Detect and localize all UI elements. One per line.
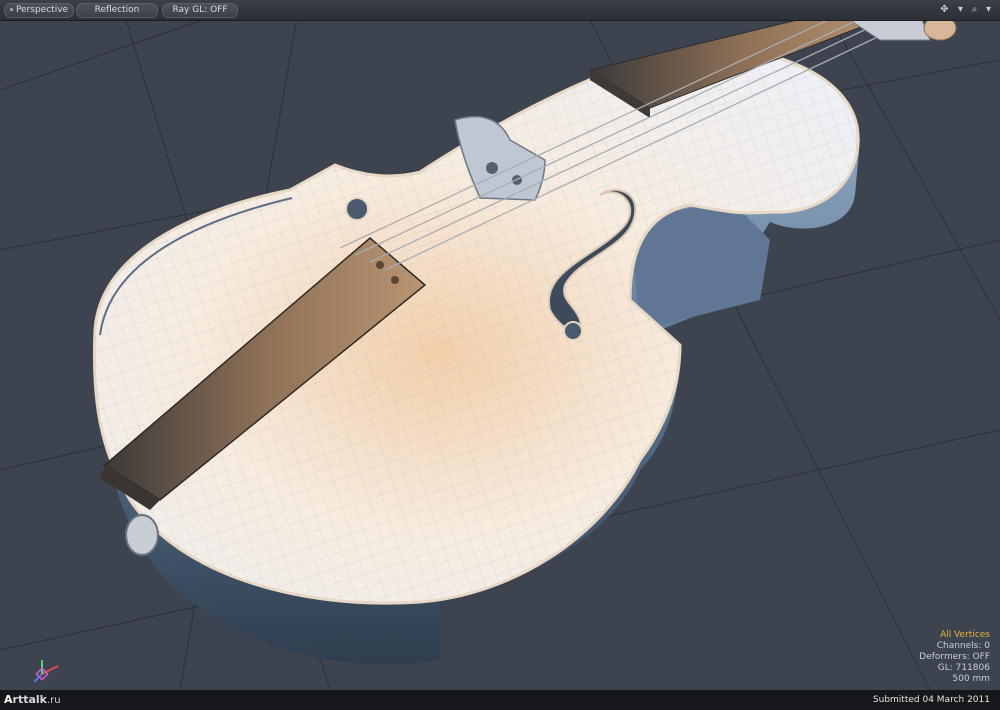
submitted-date: Submitted 04 March 2011 xyxy=(872,695,990,705)
grid-scale-text: 500 mm xyxy=(952,674,990,684)
viewport-info-overlay: All Vertices Channels: 0 Deformers: OFF … xyxy=(919,630,990,685)
logo-prefix: A xyxy=(4,693,13,706)
violin-scene[interactable] xyxy=(0,0,1000,690)
view-mode-button[interactable]: Perspective xyxy=(4,3,74,18)
f-hole-eye-lower xyxy=(563,321,583,341)
options-icon[interactable]: ▾ xyxy=(982,3,995,16)
site-logo: Arttalk.ru xyxy=(4,693,61,707)
axis-gizmo-icon xyxy=(33,660,59,683)
shading-mode-button[interactable]: Reflection xyxy=(76,3,158,18)
navigate-icon[interactable]: ✥ xyxy=(938,3,951,16)
menu-dot-icon xyxy=(9,8,13,11)
search-icon[interactable]: ⌕ xyxy=(968,3,981,16)
3d-viewport[interactable]: Perspective Reflection Ray GL: OFF ✥ ▾ ⌕… xyxy=(0,0,1000,690)
logo-suffix: .ru xyxy=(46,695,61,706)
f-hole-eye xyxy=(345,197,369,221)
tailpiece-hole xyxy=(376,261,384,269)
raygl-toggle-button[interactable]: Ray GL: OFF xyxy=(162,3,238,18)
bridge-heart xyxy=(486,162,498,174)
tailpiece-hole xyxy=(391,276,399,284)
viewport-toolbar: Perspective Reflection Ray GL: OFF ✥ ▾ ⌕… xyxy=(0,0,1000,21)
end-button xyxy=(125,514,159,556)
view-mode-label: Perspective xyxy=(15,5,69,15)
shading-mode-label: Reflection xyxy=(94,5,140,15)
logo-main: rttalk xyxy=(12,693,47,706)
deformers-text: Deformers: OFF xyxy=(919,652,990,662)
channels-text: Channels: 0 xyxy=(936,641,990,651)
raygl-label: Ray GL: OFF xyxy=(172,5,228,15)
chevron-down-icon[interactable]: ▾ xyxy=(954,3,967,16)
selection-mode-text: All Vertices xyxy=(940,630,990,640)
gl-count-text: GL: 711806 xyxy=(937,663,990,673)
watermark-footer xyxy=(0,690,1000,710)
